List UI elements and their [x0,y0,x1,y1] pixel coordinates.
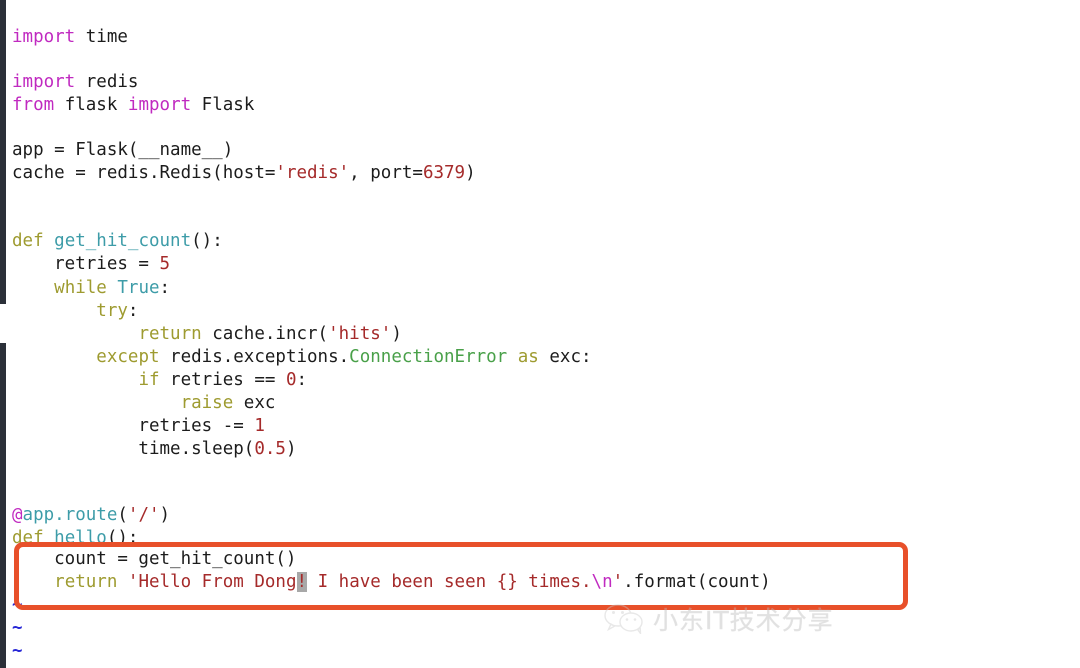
code-line[interactable]: import time [12,25,128,49]
code-token: retries == [159,370,286,390]
code-token: : [159,278,171,298]
code-token: , port= [349,163,423,183]
editor-screen: import time import redis from flask import… [0,0,1080,668]
code-token: : [296,370,308,390]
code-line[interactable]: time.sleep(0.5) [12,437,296,461]
code-token: try [96,301,128,321]
code-token: Flask [191,95,255,115]
code-line[interactable]: while True: [12,276,170,300]
empty-line-marker: ~ [12,595,23,615]
code-token: 5 [159,254,171,274]
code-line[interactable]: cache = redis.Redis(host='redis', port=6… [12,161,476,185]
code-token: \n [591,572,613,592]
code-token: : [127,301,139,321]
code-token: def [12,231,44,251]
code-line[interactable]: return 'Hello From Dong! I have been see… [12,570,771,594]
code-token: 6379 [422,163,466,183]
code-token: app = Flask(__name__) [12,140,234,160]
code-token: 0.5 [254,439,286,459]
code-token: while [54,278,107,298]
code-token: redis [75,72,139,92]
code-token: flask [54,95,128,115]
code-line[interactable]: return cache.incr('hits') [12,322,402,346]
code-token: app.route [22,505,118,525]
empty-line-marker: ~ [12,618,23,638]
code-token: 0 [285,370,297,390]
code-line[interactable]: from flask import Flask [12,93,254,117]
code-token: if [138,370,160,390]
code-editor-text-area[interactable]: import time import redis from flask import… [0,0,1080,668]
code-line[interactable]: app = Flask(__name__) [12,138,233,162]
code-token: ) [391,324,402,344]
code-token: (): [106,528,139,548]
code-token: count = get_hit_count() [12,549,297,569]
code-line[interactable]: count = get_hit_count() [12,547,296,571]
code-token: hello [54,528,107,548]
code-line[interactable]: import redis [12,70,138,94]
code-token: retries = [12,254,160,274]
code-token: ) [159,505,171,525]
code-token: exc [233,393,276,413]
code-token: .format(count) [623,572,771,592]
code-line[interactable]: except redis.exceptions.ConnectionError … [12,345,592,369]
code-line[interactable]: if retries == 0: [12,368,307,392]
code-token: 1 [254,416,265,436]
code-token: cache.incr( [201,324,329,344]
code-token: 'hits' [328,324,392,344]
code-token: def [12,528,44,548]
text-cursor: ! [296,572,308,592]
code-line[interactable]: try: [12,299,138,323]
code-token: as [517,347,539,367]
empty-line-marker: ~ [12,658,23,668]
code-token: I have been seen {} times. [307,572,592,592]
code-token: except [96,347,160,367]
code-token: '/' [127,505,160,525]
code-token: retries -= [12,416,255,436]
code-token: (): [191,231,223,251]
code-token: import [12,27,76,47]
code-token: cache = redis.Redis(host= [12,163,276,183]
code-line[interactable]: def get_hit_count(): [12,229,223,253]
code-token: exc: [538,347,592,367]
code-token: redis.exceptions. [159,347,350,367]
code-token: import [127,95,192,115]
code-token: return [54,572,118,592]
code-line[interactable]: retries = 5 [12,252,170,276]
code-token: time [75,27,128,47]
code-token: ConnectionError [349,347,508,367]
code-token: return [138,324,202,344]
code-token: 'Hello From Dong [127,572,297,592]
code-token: ( [117,505,128,525]
code-token: ' [612,572,624,592]
code-token: ) [285,439,297,459]
code-token: @ [12,505,23,525]
code-line[interactable]: @app.route('/') [12,503,170,527]
code-token: get_hit_count [54,231,192,251]
code-token: ) [465,163,476,183]
code-token: True [117,278,160,298]
code-token: import [12,72,76,92]
code-token: 'redis' [275,163,350,183]
code-token: raise [180,393,234,413]
code-token: time.sleep( [12,439,255,459]
code-line[interactable]: retries -= 1 [12,414,265,438]
code-token: from [12,95,55,115]
code-line[interactable]: raise exc [12,391,276,415]
